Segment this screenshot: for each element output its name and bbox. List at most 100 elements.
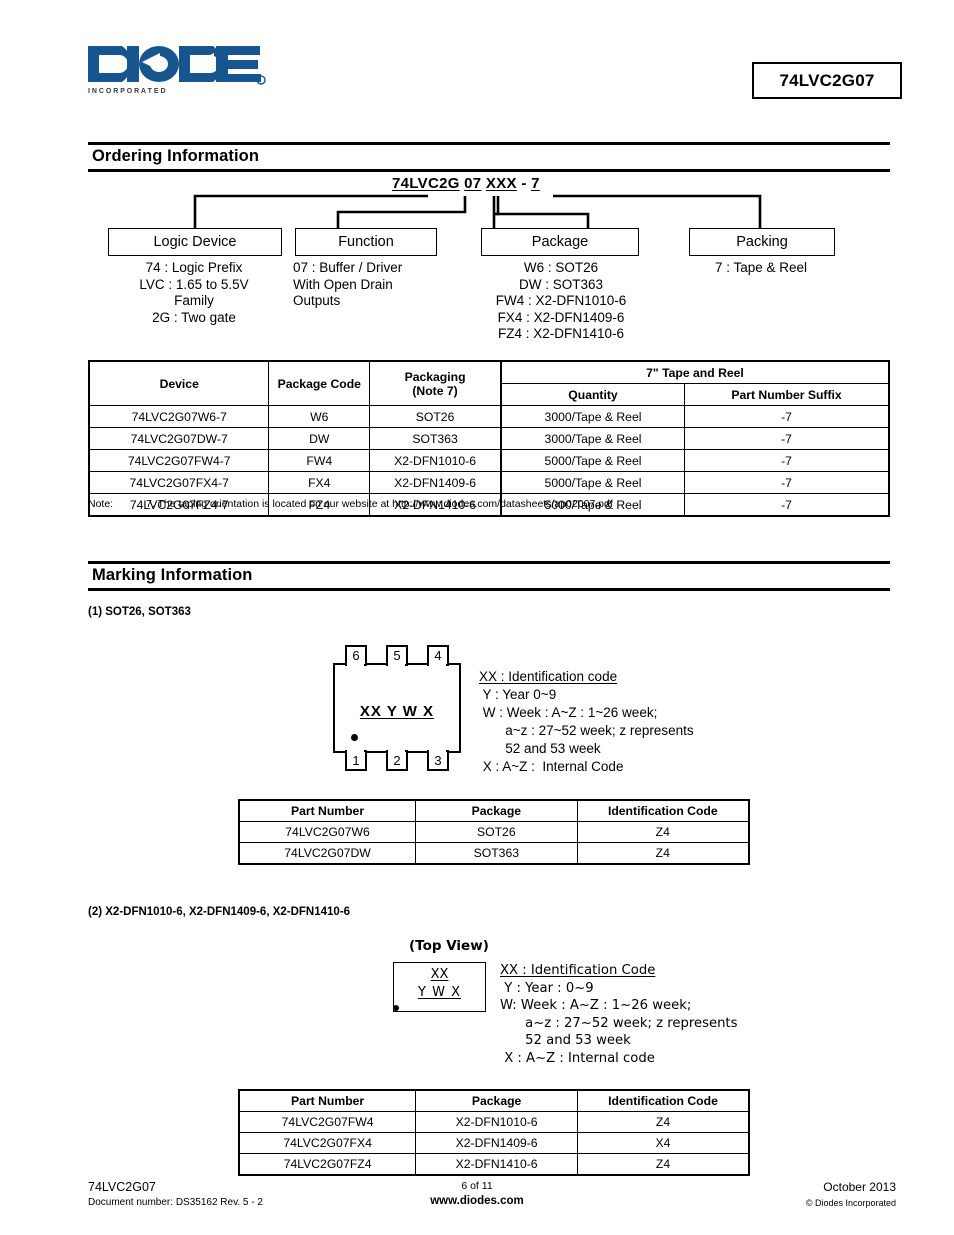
table-row: 74LVC2G07DW-7 DW SOT363 3000/Tape & Reel… [88,427,890,450]
table-row: 74LVC2G07W6 SOT26 Z4 [238,821,750,843]
table-header-row: Part Number Package Identification Code [238,799,750,822]
legend-line-w3: 52 and 53 week [479,741,601,756]
legend-line-xx: XX : Identification Code [500,963,656,978]
table-row: 74LVC2G07FW4-7 FW4 X2-DFN1010-6 5000/Tap… [88,449,890,472]
marking1-table-body: 74LVC2G07W6 SOT26 Z4 74LVC2G07DW SOT363 … [238,821,750,865]
cell-package: SOT363 [415,842,578,865]
cell-suffix: -7 [684,493,890,517]
cell-device: 74LVC2G07FW4-7 [88,449,270,472]
cell-packaging: SOT363 [369,427,502,450]
ordering-code-diagram: 74LVC2G 07 XXX - 7 Logic Device Function [88,172,890,347]
ordering-box-function: Function [295,228,437,256]
th-packaging: Packaging (Note 7) [369,360,502,406]
x2dfn-marking-xx: XX [430,967,449,982]
note-label: Note: [88,498,114,510]
sot26-marking-diagram: 6 5 4 1 2 3 XX Y W X XX : Identification… [333,645,753,775]
sot26-marking-legend: XX : Identification code Y : Year 0~9 W … [479,668,694,776]
ordering-caption-logic-device: 74 : Logic Prefix LVC : 1.65 to 5.5V Fam… [139,260,249,325]
page-footer: 74LVC2G07 Document number: DS35162 Rev. … [0,1180,954,1230]
th-packaging-line2: (Note 7) [412,383,458,398]
sot26-pin1-dot-icon [351,734,358,741]
legend-line-y: Y : Year 0~9 [479,687,557,702]
diodes-logo: R I N C O R P O R A T E D [86,40,266,96]
cell-packaging: SOT26 [369,405,502,428]
ordering-box-label: Logic Device [153,234,237,250]
ordering-table: Device Package Code Packaging (Note 7) 7… [88,360,890,517]
ordering-information-title: Ordering Information [92,147,259,165]
x2dfn-marking-line2: Y W X [393,985,486,1000]
sot26-marking-label: XX Y W X [359,703,435,720]
x2dfn-marking-ywx: Y W X [418,985,461,1000]
cell-quantity: 5000/Tape & Reel [499,449,686,472]
th-identification-code: Identification Code [577,1089,750,1112]
cell-suffix: -7 [684,405,890,428]
cell-ident: Z4 [576,842,750,865]
table-row: 74LVC2G07FW4 X2-DFN1010-6 Z4 [238,1111,750,1133]
ordering-box-label: Packing [736,234,788,250]
legend-line-x: X : A~Z : Internal code [500,1050,655,1066]
ordering-caption-packing: 7 : Tape & Reel [714,260,808,275]
cell-package-code: DW [268,427,371,450]
logo-subtext: I N C O R P O R A T E D [88,88,166,95]
th-identification-code: Identification Code [576,799,750,822]
legend-line-w2: a~z : 27~52 week; z represents [479,723,694,738]
footer-copyright: © Diodes Incorporated [805,1198,896,1208]
x2dfn-marking-line1: XX [393,967,486,982]
marking2-table: Part Number Package Identification Code … [238,1089,750,1176]
th-quantity: Quantity [499,383,686,406]
cell-part-number: 74LVC2G07DW [238,842,417,865]
marking2-heading: (2) X2-DFN1010-6, X2-DFN1409-6, X2-DFN14… [88,906,351,918]
cell-package: SOT26 [415,821,578,843]
cell-package: X2-DFN1010-6 [415,1111,578,1133]
cell-device: 74LVC2G07W6-7 [88,405,270,428]
cell-package: X2-DFN1409-6 [415,1132,578,1154]
marking1-heading: (1) SOT26, SOT363 [88,606,191,618]
marking-information-title: Marking Information [92,566,253,584]
th-part-number: Part Number [238,1089,417,1112]
th-package: Package [415,1089,578,1112]
note-text: 7. The taping orientation is located on … [146,498,613,510]
th-part-number-suffix: Part Number Suffix [684,383,890,406]
table-header-row: Part Number Package Identification Code [238,1089,750,1112]
legend-line-w2: a~z : 27~52 week; z represents [500,1015,738,1031]
table-row: 74LVC2G07FX4 X2-DFN1409-6 X4 [238,1132,750,1154]
marking1-table: Part Number Package Identification Code … [238,799,750,865]
svg-text:R: R [257,79,261,85]
marking-information-header: Marking Information [88,561,890,591]
cell-ident: Z4 [576,821,750,843]
cell-quantity: 5000/Tape & Reel [499,471,686,494]
cell-quantity: 3000/Tape & Reel [499,427,686,450]
x2dfn-marking-diagram: (Top View) XX Y W X XX : Identification … [393,938,793,1066]
cell-package: X2-DFN1410-6 [415,1153,578,1176]
footer-date: October 2013 [823,1180,896,1194]
table-row: 74LVC2G07W6-7 W6 SOT26 3000/Tape & Reel … [88,405,890,428]
ordering-box-packing: Packing [689,228,835,256]
th-package: Package [415,799,578,822]
cell-device: 74LVC2G07FX4-7 [88,471,270,494]
cell-package-code: FW4 [268,449,371,472]
cell-packaging: X2-DFN1010-6 [369,449,502,472]
diodes-logo-icon: R I N C O R P O R A T E D [88,46,266,95]
th-device: Device [88,360,270,406]
ordering-caption-package: W6 : SOT26 DW : SOT363 FW4 : X2-DFN1010-… [495,260,627,341]
legend-line-y: Y : Year : 0~9 [500,980,594,996]
th-packaging-line1: Packaging [404,369,466,384]
cell-ident: Z4 [577,1153,750,1176]
table-row: 74LVC2G07FZ4 X2-DFN1410-6 Z4 [238,1153,750,1176]
th-package-code: Package Code [268,360,371,406]
x2dfn-marking-legend: XX : Identification Code Y : Year : 0~9 … [500,962,737,1067]
ordering-box-label: Function [338,234,394,250]
th-tape-and-reel: 7" Tape and Reel [499,360,890,384]
cell-ident: Z4 [577,1111,750,1133]
cell-part-number: 74LVC2G07W6 [238,821,417,843]
top-view-label: (Top View) [409,938,489,954]
cell-suffix: -7 [684,471,890,494]
x2dfn-pin1-dot-icon [393,1005,399,1011]
part-number-badge: 74LVC2G07 [752,62,902,99]
cell-part-number: 74LVC2G07FX4 [238,1132,417,1154]
cell-part-number: 74LVC2G07FW4 [238,1111,417,1133]
cell-quantity: 3000/Tape & Reel [499,405,686,428]
cell-suffix: -7 [684,427,890,450]
ordering-table-note: Note: 7. The taping orientation is locate… [88,498,613,510]
ordering-caption-function: 07 : Buffer / Driver With Open Drain Out… [293,260,403,308]
